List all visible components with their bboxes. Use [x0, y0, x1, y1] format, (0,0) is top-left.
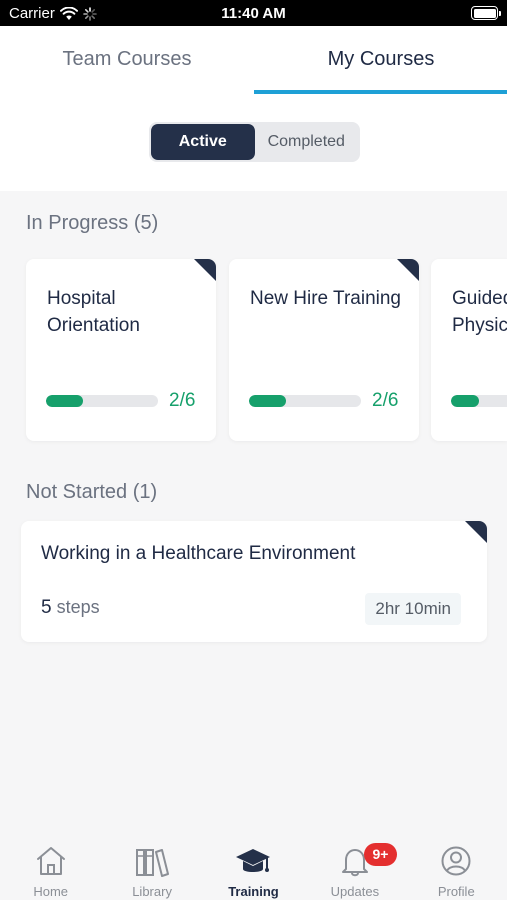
card-corner-marker [465, 521, 487, 543]
course-title: Working in a Healthcare Environment [41, 543, 356, 564]
home-icon [36, 847, 65, 875]
nav-training[interactable]: Training [203, 833, 304, 900]
profile-icon [441, 846, 471, 876]
bottom-nav: Home Library Training Updates Profile [0, 833, 507, 900]
nav-profile-label: Profile [437, 884, 475, 899]
progress-bar [46, 395, 158, 407]
steps-info: 5 steps [41, 597, 100, 619]
steps-count: 5 [41, 597, 52, 618]
course-title: Guided assisted Physic [452, 288, 507, 336]
filter-completed-button[interactable]: Completed [255, 124, 359, 160]
not-started-heading: Not Started (1) [26, 481, 158, 503]
duration-badge: 2hr 10min [365, 593, 461, 625]
tab-team-courses[interactable]: Team Courses [0, 26, 254, 94]
course-tabs: Team Courses My Courses [0, 26, 507, 94]
nav-home[interactable]: Home [0, 833, 101, 900]
progress-bar-fill [249, 395, 287, 407]
nav-home-label: Home [33, 884, 69, 899]
nav-updates[interactable]: Updates [304, 833, 405, 900]
card-corner-marker [194, 259, 216, 281]
progress-count: 2/6 [169, 390, 196, 411]
library-icon [136, 849, 170, 877]
course-card-hospital-orientation[interactable]: Hospital Orientation 2/6 [26, 259, 216, 441]
course-title: Hospital Orientation [47, 288, 140, 336]
in-progress-heading: In Progress (5) [26, 212, 159, 234]
progress-bar-fill [46, 395, 84, 407]
course-card-guided[interactable]: Guided assisted Physic [431, 259, 507, 441]
nav-updates-label: Updates [330, 884, 380, 899]
filter-active-button[interactable]: Active [151, 124, 255, 160]
tab-my-courses[interactable]: My Courses [254, 26, 507, 94]
nav-library-label: Library [132, 884, 172, 899]
nav-library[interactable]: Library [101, 833, 202, 900]
course-card-healthcare-environment[interactable]: Working in a Healthcare Environment 5 st… [21, 521, 487, 642]
card-corner-marker [397, 259, 419, 281]
graduation-cap-icon [236, 849, 271, 872]
progress-bar [249, 395, 361, 407]
progress-count: 2/6 [372, 390, 399, 411]
battery-icon [471, 6, 501, 20]
course-title: New Hire Training [250, 288, 401, 309]
course-card-new-hire-training[interactable]: New Hire Training 2/6 [229, 259, 419, 441]
nav-profile[interactable]: Profile [406, 833, 507, 900]
progress-bar-fill [451, 395, 479, 407]
progress-bar [451, 395, 507, 407]
header: Team Courses My Courses Active Completed [0, 26, 507, 191]
steps-label: steps [56, 597, 100, 617]
status-time: 11:40 AM [221, 5, 286, 22]
updates-badge: 9+ [364, 843, 397, 866]
status-bar: Carrier 11:40 AM [0, 0, 507, 26]
status-filter: Active Completed [149, 122, 360, 162]
nav-training-label: Training [228, 884, 279, 899]
